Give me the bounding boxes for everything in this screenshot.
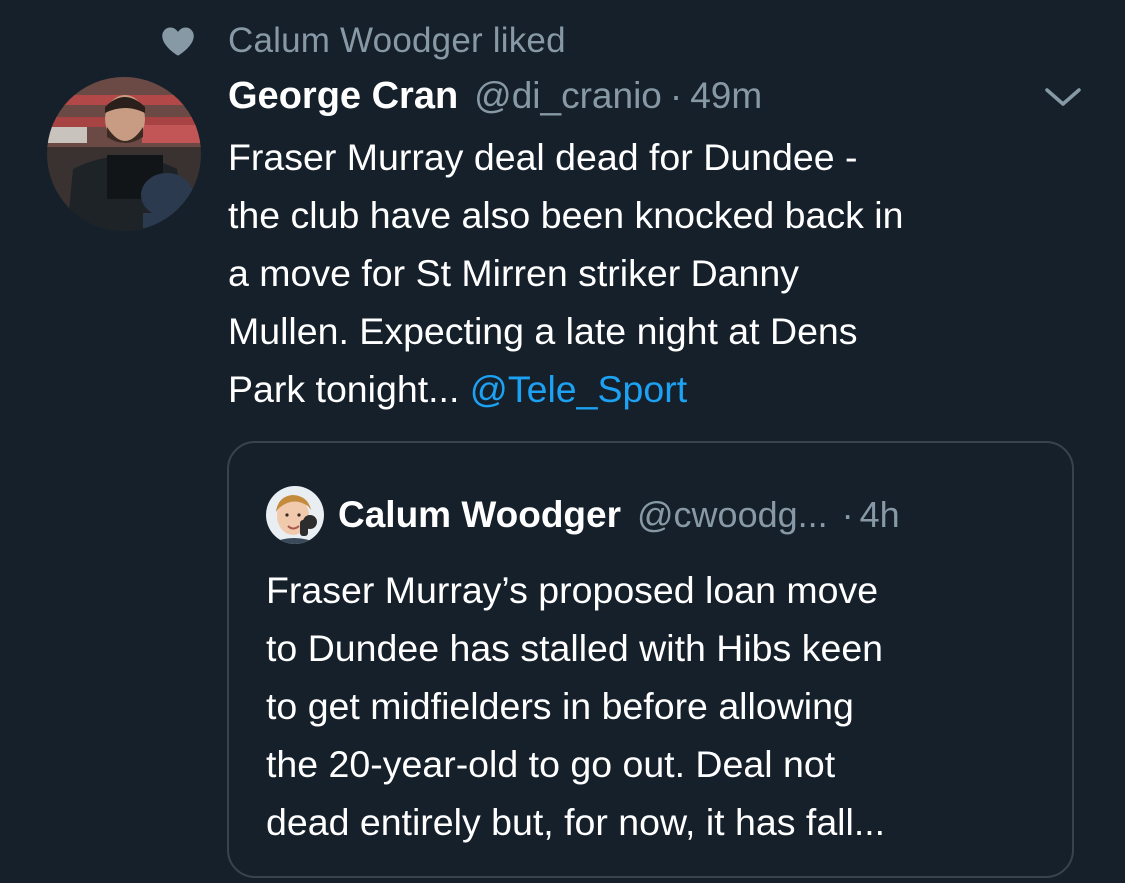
quoted-author-handle[interactable]: @cwoodg... — [637, 494, 828, 536]
tweet-text-line: Mullen. Expecting a late night at Dens — [228, 310, 858, 352]
author-handle[interactable]: @di_cranio — [474, 75, 662, 117]
tweet-text-line: Fraser Murray deal dead for Dundee - — [228, 136, 858, 178]
quoted-tweet-text: Fraser Murray’s proposed loan move to Du… — [266, 561, 1056, 851]
heart-icon — [160, 23, 196, 59]
quoted-tweet-timestamp[interactable]: 4h — [860, 494, 900, 536]
mention-link[interactable]: @Tele_Sport — [470, 368, 687, 410]
separator-dot: · — [841, 494, 854, 535]
quoted-tweet-header: Calum Woodger @cwoodg... · 4h — [266, 486, 900, 544]
tweet-text-line: Park tonight... @Tele_Sport — [228, 360, 1088, 418]
quoted-avatar[interactable] — [266, 486, 324, 544]
chevron-down-icon[interactable] — [1043, 84, 1083, 112]
quoted-text-line: to get midfielders in before allowing — [266, 685, 854, 727]
author-name[interactable]: George Cran — [228, 75, 458, 118]
social-context-text[interactable]: Calum Woodger liked — [228, 21, 566, 61]
tweet-timestamp[interactable]: 49m — [690, 75, 762, 117]
tweet-header: George Cran @di_cranio · 49m — [228, 70, 762, 122]
quoted-author-name[interactable]: Calum Woodger — [338, 494, 621, 536]
quoted-text-line: to Dundee has stalled with Hibs keen — [266, 627, 884, 669]
avatar[interactable] — [47, 77, 201, 231]
tweet-page: Calum Woodger liked George Cran @di_cran… — [0, 0, 1125, 883]
separator-dot: · — [669, 75, 683, 116]
tweet-text-line: a move for St Mirren striker Danny — [228, 252, 799, 294]
tweet-text-line: the club have also been knocked back in — [228, 194, 904, 236]
social-context: Calum Woodger liked — [160, 16, 566, 66]
tweet-text: Fraser Murray deal dead for Dundee - the… — [228, 128, 1088, 418]
quoted-tweet-card[interactable]: Calum Woodger @cwoodg... · 4h Fraser Mur… — [227, 441, 1074, 878]
quoted-text-line: Fraser Murray’s proposed loan move — [266, 569, 879, 611]
quoted-text-line: dead entirely but, for now, it has fall.… — [266, 801, 886, 843]
quoted-text-line: the 20-year-old to go out. Deal not — [266, 743, 836, 785]
tweet-text-segment: Park tonight... — [228, 368, 470, 410]
